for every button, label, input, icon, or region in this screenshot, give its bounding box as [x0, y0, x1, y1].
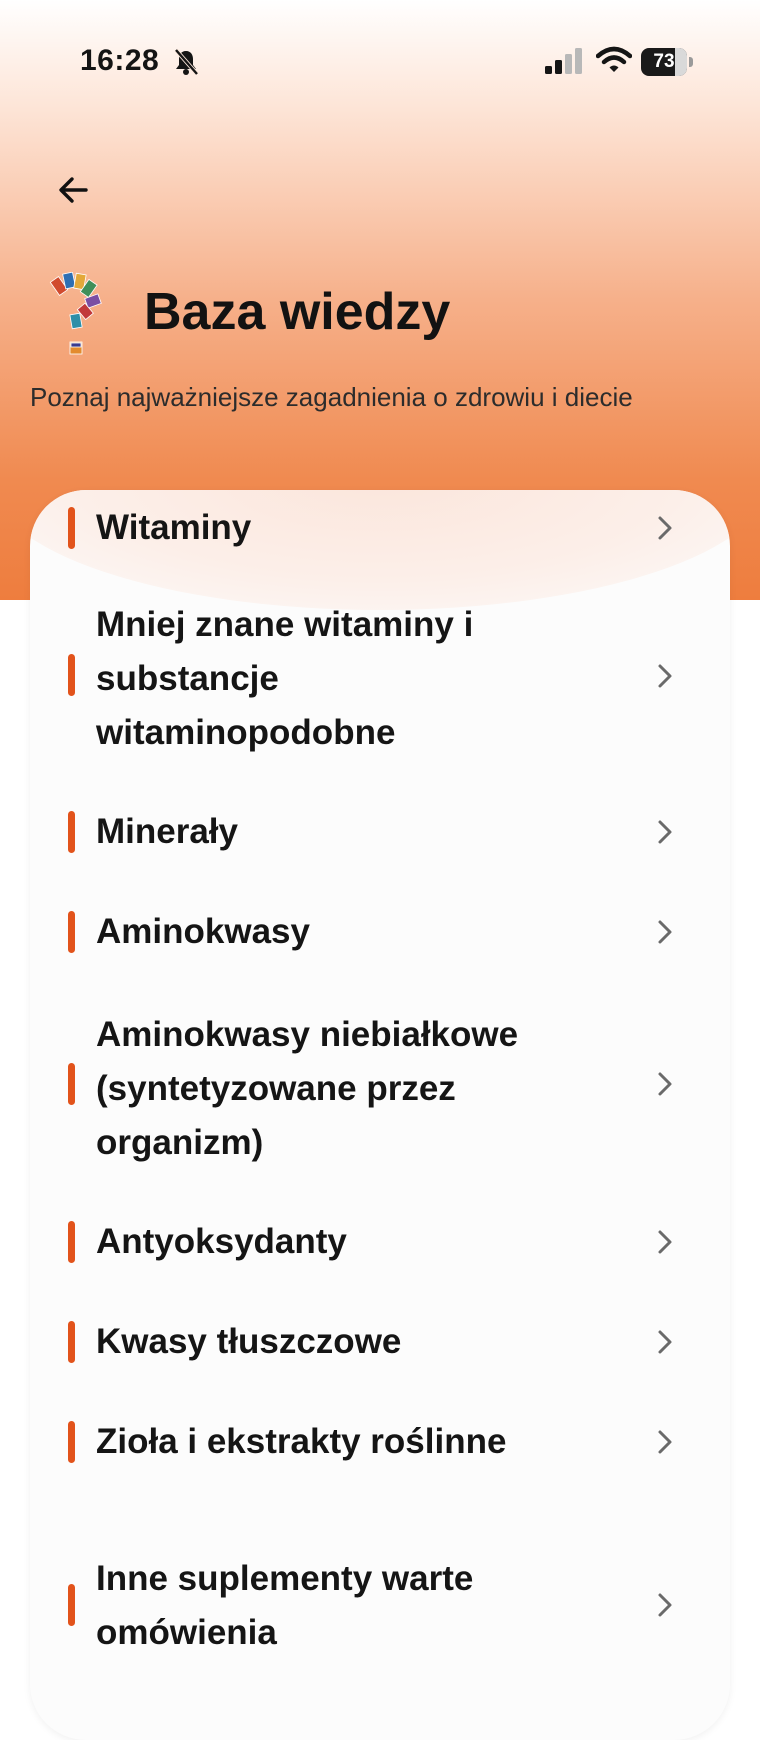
- bell-slash-icon: [174, 48, 199, 76]
- page-title: Baza wiedzy: [144, 283, 451, 341]
- topic-label: Mniej znane witaminy i substancje witami…: [96, 605, 474, 752]
- back-button[interactable]: [52, 168, 96, 212]
- chevron-right-icon: [658, 516, 672, 540]
- battery-level: 73: [653, 51, 675, 72]
- topic-item-mniej-znane-witaminy[interactable]: Mniej znane witaminy i substancje witami…: [30, 572, 730, 782]
- topic-item-ziola-i-ekstrakty[interactable]: Zioła i ekstrakty roślinne: [30, 1392, 730, 1492]
- battery-icon: 73: [641, 48, 693, 76]
- topics-card: Witaminy Mniej znane witaminy i substanc…: [30, 490, 730, 1740]
- topic-item-aminokwasy[interactable]: Aminokwasy: [30, 882, 730, 982]
- chevron-right-icon: [658, 1072, 672, 1096]
- topic-accent-bar: [68, 654, 75, 696]
- page-subtitle: Poznaj najważniejsze zagadnienia o zdrow…: [30, 382, 633, 412]
- chevron-right-icon: [658, 664, 672, 688]
- chevron-right-icon: [658, 1330, 672, 1354]
- topic-accent-bar: [68, 507, 75, 549]
- signal-icon: [545, 48, 582, 74]
- topic-accent-bar: [68, 1584, 75, 1626]
- arrow-left-icon: [59, 177, 88, 203]
- status-bar: 16:28 73: [0, 0, 760, 120]
- chevron-right-icon: [658, 920, 672, 944]
- topic-label: Antyoksydanty: [96, 1222, 347, 1261]
- topic-label: Minerały: [96, 812, 238, 851]
- wifi-icon: [596, 46, 632, 72]
- topic-accent-bar: [68, 1321, 75, 1363]
- topic-item-witaminy[interactable]: Witaminy: [30, 490, 730, 570]
- chevron-right-icon: [658, 820, 672, 844]
- topic-item-kwasy-tluszczowe[interactable]: Kwasy tłuszczowe: [30, 1292, 730, 1392]
- topic-accent-bar: [68, 1221, 75, 1263]
- topic-label: Kwasy tłuszczowe: [96, 1322, 402, 1361]
- topic-label: Aminokwasy niebiałkowe (syntetyzowane pr…: [96, 1015, 519, 1162]
- topic-label: Witaminy: [96, 508, 252, 547]
- topic-item-mineraly[interactable]: Minerały: [30, 782, 730, 882]
- topic-item-inne-suplementy[interactable]: Inne suplementy warte omówienia: [30, 1492, 730, 1662]
- topic-item-aminokwasy-niebialkowe[interactable]: Aminokwasy niebiałkowe (syntetyzowane pr…: [30, 982, 730, 1192]
- topic-label: Aminokwasy: [96, 912, 310, 951]
- topic-item-antyoksydanty[interactable]: Antyoksydanty: [30, 1192, 730, 1292]
- chevron-right-icon: [658, 1430, 672, 1454]
- topic-accent-bar: [68, 1063, 75, 1105]
- question-mark-books-icon: [49, 272, 102, 355]
- topic-accent-bar: [68, 1421, 75, 1463]
- topic-accent-bar: [68, 811, 75, 853]
- chevron-right-icon: [658, 1593, 672, 1617]
- chevron-right-icon: [658, 1230, 672, 1254]
- topic-accent-bar: [68, 911, 75, 953]
- topic-label: Inne suplementy warte omówienia: [96, 1559, 474, 1652]
- status-time: 16:28: [80, 44, 160, 77]
- topic-label: Zioła i ekstrakty roślinne: [96, 1422, 507, 1461]
